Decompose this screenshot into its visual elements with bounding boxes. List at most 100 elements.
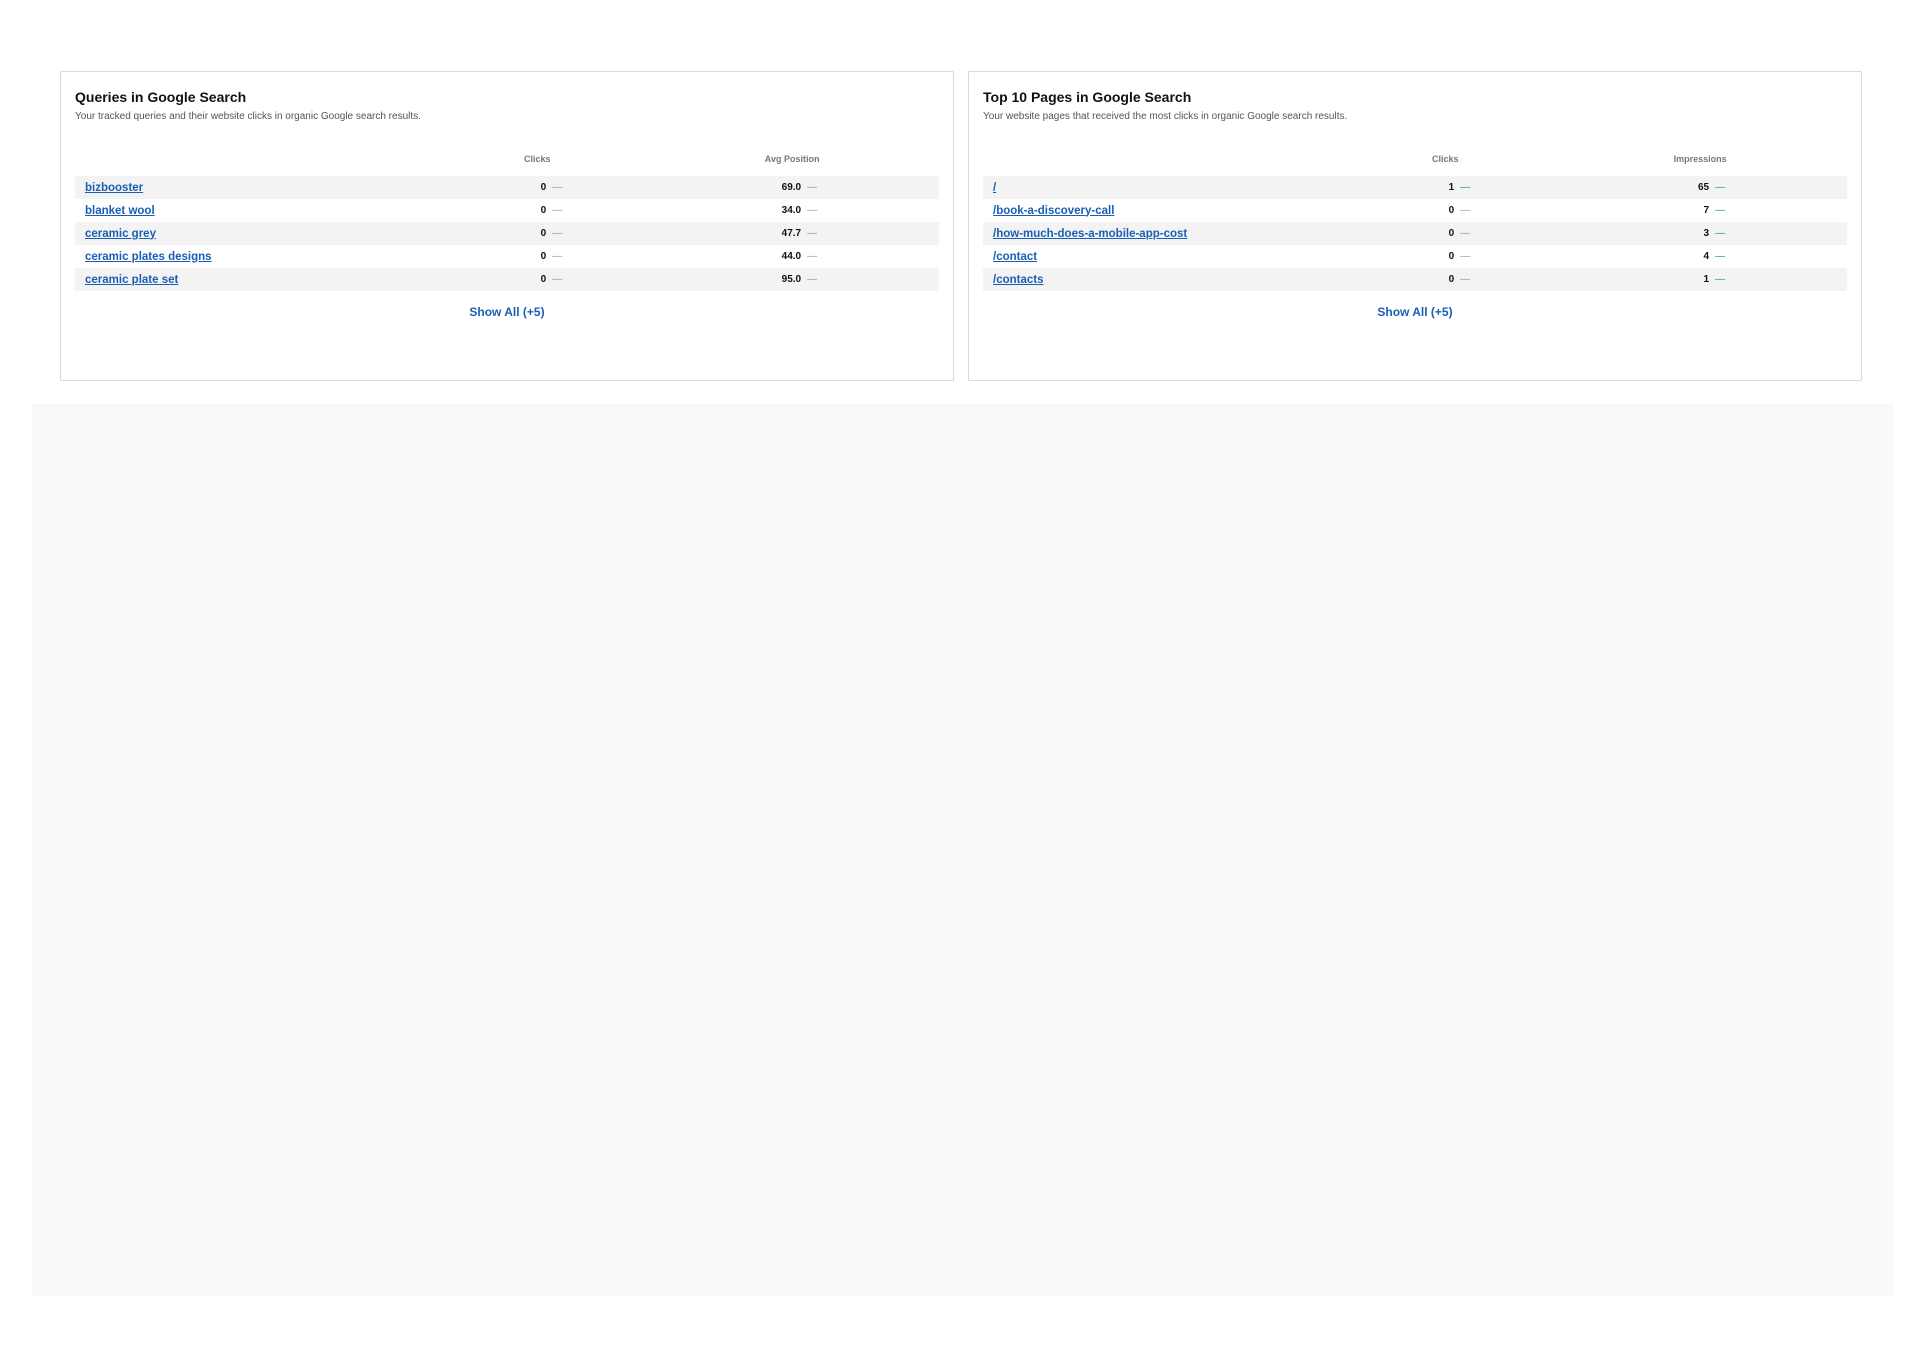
cards-row: Queries in Google Search Your tracked qu… [60, 71, 1862, 381]
pages-row-link[interactable]: /contacts [993, 272, 1044, 288]
queries-show-all-link[interactable]: Show All (+5) [75, 305, 939, 319]
queries-value-cell: 47.7 — [645, 222, 939, 245]
page: Queries in Google Search Your tracked qu… [0, 0, 1920, 1358]
queries-clicks-cell: 0— [429, 268, 646, 291]
pages-name-cell: /how-much-does-a-mobile-app-cost [983, 222, 1338, 245]
pages-table-body: /1—65—/book-a-discovery-call 0—7—/how-muc… [983, 176, 1847, 291]
pages-value: 1 [1703, 274, 1710, 285]
pages-value-trend: — [1715, 205, 1726, 216]
pages-clicks-value: 0 [1448, 205, 1455, 216]
pages-value-cell: 3— [1553, 222, 1847, 245]
pages-clicks-value: 0 [1448, 274, 1455, 285]
queries-row-link[interactable]: blanket wool [85, 205, 155, 217]
queries-col-clicks: Clicks [523, 154, 551, 164]
pages-clicks-cell: 0— [1337, 268, 1554, 291]
pages-col-name [983, 154, 1337, 176]
pages-col-impressions: Impressions [1673, 154, 1727, 164]
pages-show-all-link[interactable]: Show All (+5) [983, 305, 1847, 319]
pages-value-cell: 65 — [1553, 176, 1847, 199]
pages-value-trend: — [1715, 274, 1726, 285]
pages-value-trend: — [1715, 251, 1726, 262]
pages-table: Clicks Impressions /1—65—/book-a-discove… [983, 154, 1847, 291]
pages-value: 3 [1703, 228, 1710, 239]
pages-table-row: /contact 0—4— [983, 245, 1847, 268]
pages-table-row: /book-a-discovery-call 0—7— [983, 199, 1847, 222]
queries-value: 95.0 [781, 274, 802, 285]
queries-value-trend: — [807, 182, 818, 193]
pages-row-link[interactable]: /contact [993, 249, 1037, 265]
pages-name-cell: /book-a-discovery-call [983, 199, 1337, 222]
pages-clicks-trend: — [1460, 251, 1471, 262]
pages-clicks-trend: — [1460, 182, 1471, 193]
pages-card: Top 10 Pages in Google Search Your websi… [968, 71, 1862, 381]
queries-clicks-value: 0 [540, 182, 547, 193]
queries-clicks-value: 0 [540, 205, 547, 216]
queries-row-link[interactable]: ceramic plates designs [85, 251, 212, 263]
queries-value-trend: — [807, 205, 818, 216]
queries-card-title: Queries in Google Search [75, 89, 247, 105]
pages-table-row: /how-much-does-a-mobile-app-cost 0—3— [983, 222, 1847, 245]
empty-content-panel [32, 404, 1894, 1296]
queries-clicks-trend: — [552, 182, 563, 193]
pages-clicks-value: 0 [1448, 228, 1455, 239]
queries-row-link[interactable]: ceramic grey [85, 228, 156, 240]
queries-value-cell: 95.0 — [645, 268, 939, 291]
queries-name-cell: blanket wool [75, 199, 429, 222]
pages-card-title: Top 10 Pages in Google Search [983, 89, 1192, 105]
queries-name-cell: ceramic plate set [75, 268, 430, 291]
queries-col-name [75, 154, 429, 176]
queries-table: Clicks Avg Position bizbooster 0—69.0— bla… [75, 154, 939, 291]
pages-value-cell: 7— [1553, 199, 1847, 222]
pages-row-link[interactable]: /book-a-discovery-call [993, 203, 1114, 219]
queries-col-avg-position: Avg Position [764, 154, 820, 164]
pages-value: 65 [1697, 182, 1710, 193]
pages-table-row: /contacts 0—1— [983, 268, 1847, 291]
queries-clicks-value: 0 [540, 274, 547, 285]
pages-clicks-trend: — [1460, 205, 1471, 216]
pages-col-clicks: Clicks [1431, 154, 1459, 164]
pages-name-cell: /contacts [983, 268, 1338, 291]
queries-name-cell: ceramic grey [75, 222, 430, 245]
queries-table-row: ceramic plate set 0—95.0— [75, 268, 939, 291]
queries-value-cell: 44.0 — [645, 245, 939, 268]
queries-value: 47.7 [781, 228, 802, 239]
queries-table-row: blanket wool 0—34.0— [75, 199, 939, 222]
pages-clicks-cell: 0— [1337, 199, 1553, 222]
queries-value-cell: 69.0 — [645, 176, 939, 199]
queries-clicks-value: 0 [540, 228, 547, 239]
pages-clicks-cell: 1— [1337, 176, 1554, 199]
pages-value-cell: 4— [1553, 245, 1847, 268]
queries-card: Queries in Google Search Your tracked qu… [60, 71, 954, 381]
queries-value: 34.0 [781, 205, 802, 216]
pages-clicks-value: 0 [1448, 251, 1455, 262]
queries-clicks-trend: — [552, 228, 563, 239]
pages-clicks-cell: 0— [1337, 245, 1553, 268]
queries-row-link[interactable]: ceramic plate set [85, 274, 178, 286]
queries-clicks-trend: — [552, 205, 563, 216]
pages-card-subtitle: Your website pages that received the mos… [983, 111, 1348, 122]
pages-table-header: Clicks Impressions [983, 154, 1847, 176]
pages-row-link[interactable]: / [993, 180, 996, 196]
pages-clicks-cell: 0— [1337, 222, 1554, 245]
queries-row-link[interactable]: bizbooster [85, 182, 143, 194]
pages-clicks-value: 1 [1448, 182, 1455, 193]
queries-value-cell: 34.0 — [645, 199, 939, 222]
queries-clicks-cell: 0— [429, 222, 646, 245]
queries-value-trend: — [807, 228, 818, 239]
queries-name-cell: ceramic plates designs [75, 245, 429, 268]
pages-name-cell: /contact [983, 245, 1337, 268]
queries-clicks-cell: 0— [429, 199, 645, 222]
queries-table-row: ceramic plates designs 0—44.0— [75, 245, 939, 268]
pages-value-trend: — [1715, 228, 1726, 239]
pages-row-link[interactable]: /how-much-does-a-mobile-app-cost [993, 226, 1187, 242]
queries-table-body: bizbooster 0—69.0— blanket wool 0—34.0— cera… [75, 176, 939, 291]
pages-table-row: /1—65— [983, 176, 1847, 199]
queries-value-trend: — [807, 251, 818, 262]
queries-clicks-trend: — [552, 274, 563, 285]
pages-value-cell: 1— [1553, 268, 1847, 291]
pages-value: 4 [1703, 251, 1710, 262]
queries-table-row: ceramic grey 0—47.7— [75, 222, 939, 245]
queries-clicks-cell: 0— [429, 245, 645, 268]
queries-value: 69.0 [781, 182, 802, 193]
queries-name-cell: bizbooster [75, 176, 430, 199]
